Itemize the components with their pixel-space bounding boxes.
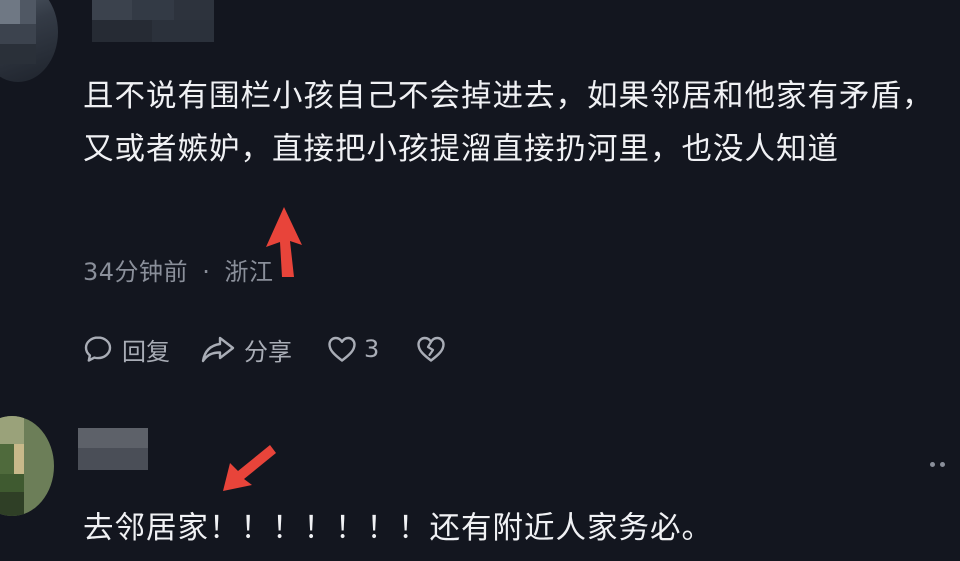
reply-button[interactable]: 回复 [82, 331, 170, 367]
share-button[interactable]: 分享 [200, 331, 292, 367]
like-count: 3 [364, 335, 380, 363]
avatar[interactable] [0, 0, 58, 82]
more-dots-icon[interactable] [930, 462, 945, 467]
avatar[interactable] [0, 416, 54, 516]
username-blurred [92, 0, 214, 42]
comment-text: 去邻居家！！！！！！！还有附近人家务必。 [83, 511, 713, 546]
share-label: 分享 [244, 337, 292, 366]
like-button[interactable]: 3 [326, 331, 379, 367]
red-arrow-annotation [223, 445, 276, 491]
comment-meta: 34分钟前 · 浙江 [83, 252, 273, 287]
dislike-button[interactable] [415, 331, 447, 367]
reply-label: 回复 [122, 337, 170, 366]
username-blurred [78, 428, 148, 470]
comment-time: 34分钟前 [83, 258, 189, 286]
comment-actions: 回复 分享 3 [82, 331, 447, 367]
red-arrow-annotation [266, 207, 302, 277]
comment-text: 且不说有围栏小孩自己不会掉进去，如果邻居和他家有矛盾，又或者嫉妒，直接把小孩提溜… [83, 79, 934, 167]
comment-section: 且不说有围栏小孩自己不会掉进去，如果邻居和他家有矛盾，又或者嫉妒，直接把小孩提溜… [0, 0, 960, 561]
speech-bubble-icon [84, 336, 112, 362]
broken-heart-icon [417, 336, 445, 362]
heart-icon [328, 336, 356, 362]
meta-separator: · [202, 258, 211, 286]
share-arrow-icon [201, 336, 235, 363]
